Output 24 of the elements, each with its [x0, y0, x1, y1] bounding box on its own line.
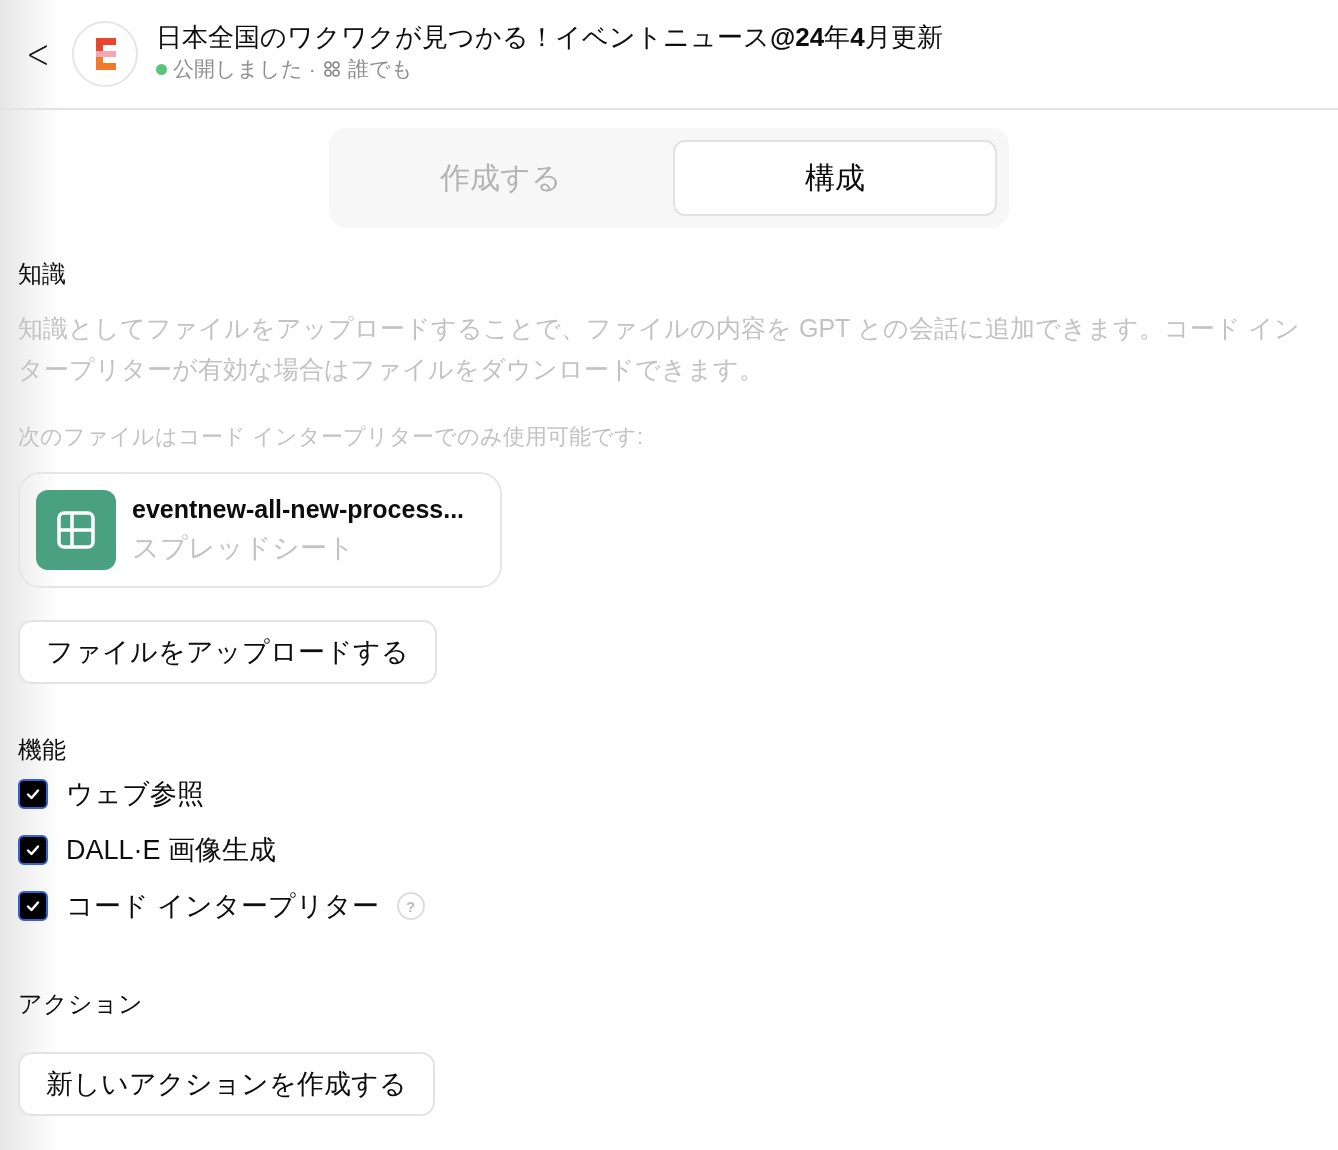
section-heading: 知識 — [18, 259, 67, 289]
checkbox[interactable] — [18, 779, 48, 809]
check-icon — [25, 898, 41, 914]
upload-button[interactable]: ファイルをアップロードする — [18, 620, 437, 684]
checkbox[interactable] — [18, 891, 48, 921]
mode-tab[interactable]: 構成 — [673, 140, 997, 216]
check-icon — [25, 842, 41, 858]
checkbox[interactable] — [18, 835, 48, 865]
create-action-button[interactable]: 新しいアクションを作成する — [18, 1052, 435, 1116]
file-card[interactable]: eventnew-all-new-process... スプレッドシート — [18, 472, 502, 588]
file-name: eventnew-all-new-process... — [132, 494, 465, 524]
check-icon — [25, 786, 41, 802]
audience-icon — [321, 59, 342, 79]
capability-label: コード インタープリター — [66, 890, 379, 923]
section-heading: 機能 — [18, 735, 67, 765]
gpt-title: 日本全国のワクワクが見つかる！イベントニュース@24年4月更新 — [156, 21, 943, 54]
audience-text: 誰でも — [347, 56, 413, 82]
status-text: 公開しました · — [173, 56, 316, 82]
back-button[interactable]: < — [24, 31, 52, 77]
file-type: スプレッドシート — [132, 531, 356, 565]
capability-label: DALL·E 画像生成 — [66, 834, 277, 867]
spreadsheet-icon — [36, 490, 116, 570]
capability-label: ウェブ参照 — [66, 778, 204, 811]
section-heading: アクション — [18, 989, 144, 1019]
